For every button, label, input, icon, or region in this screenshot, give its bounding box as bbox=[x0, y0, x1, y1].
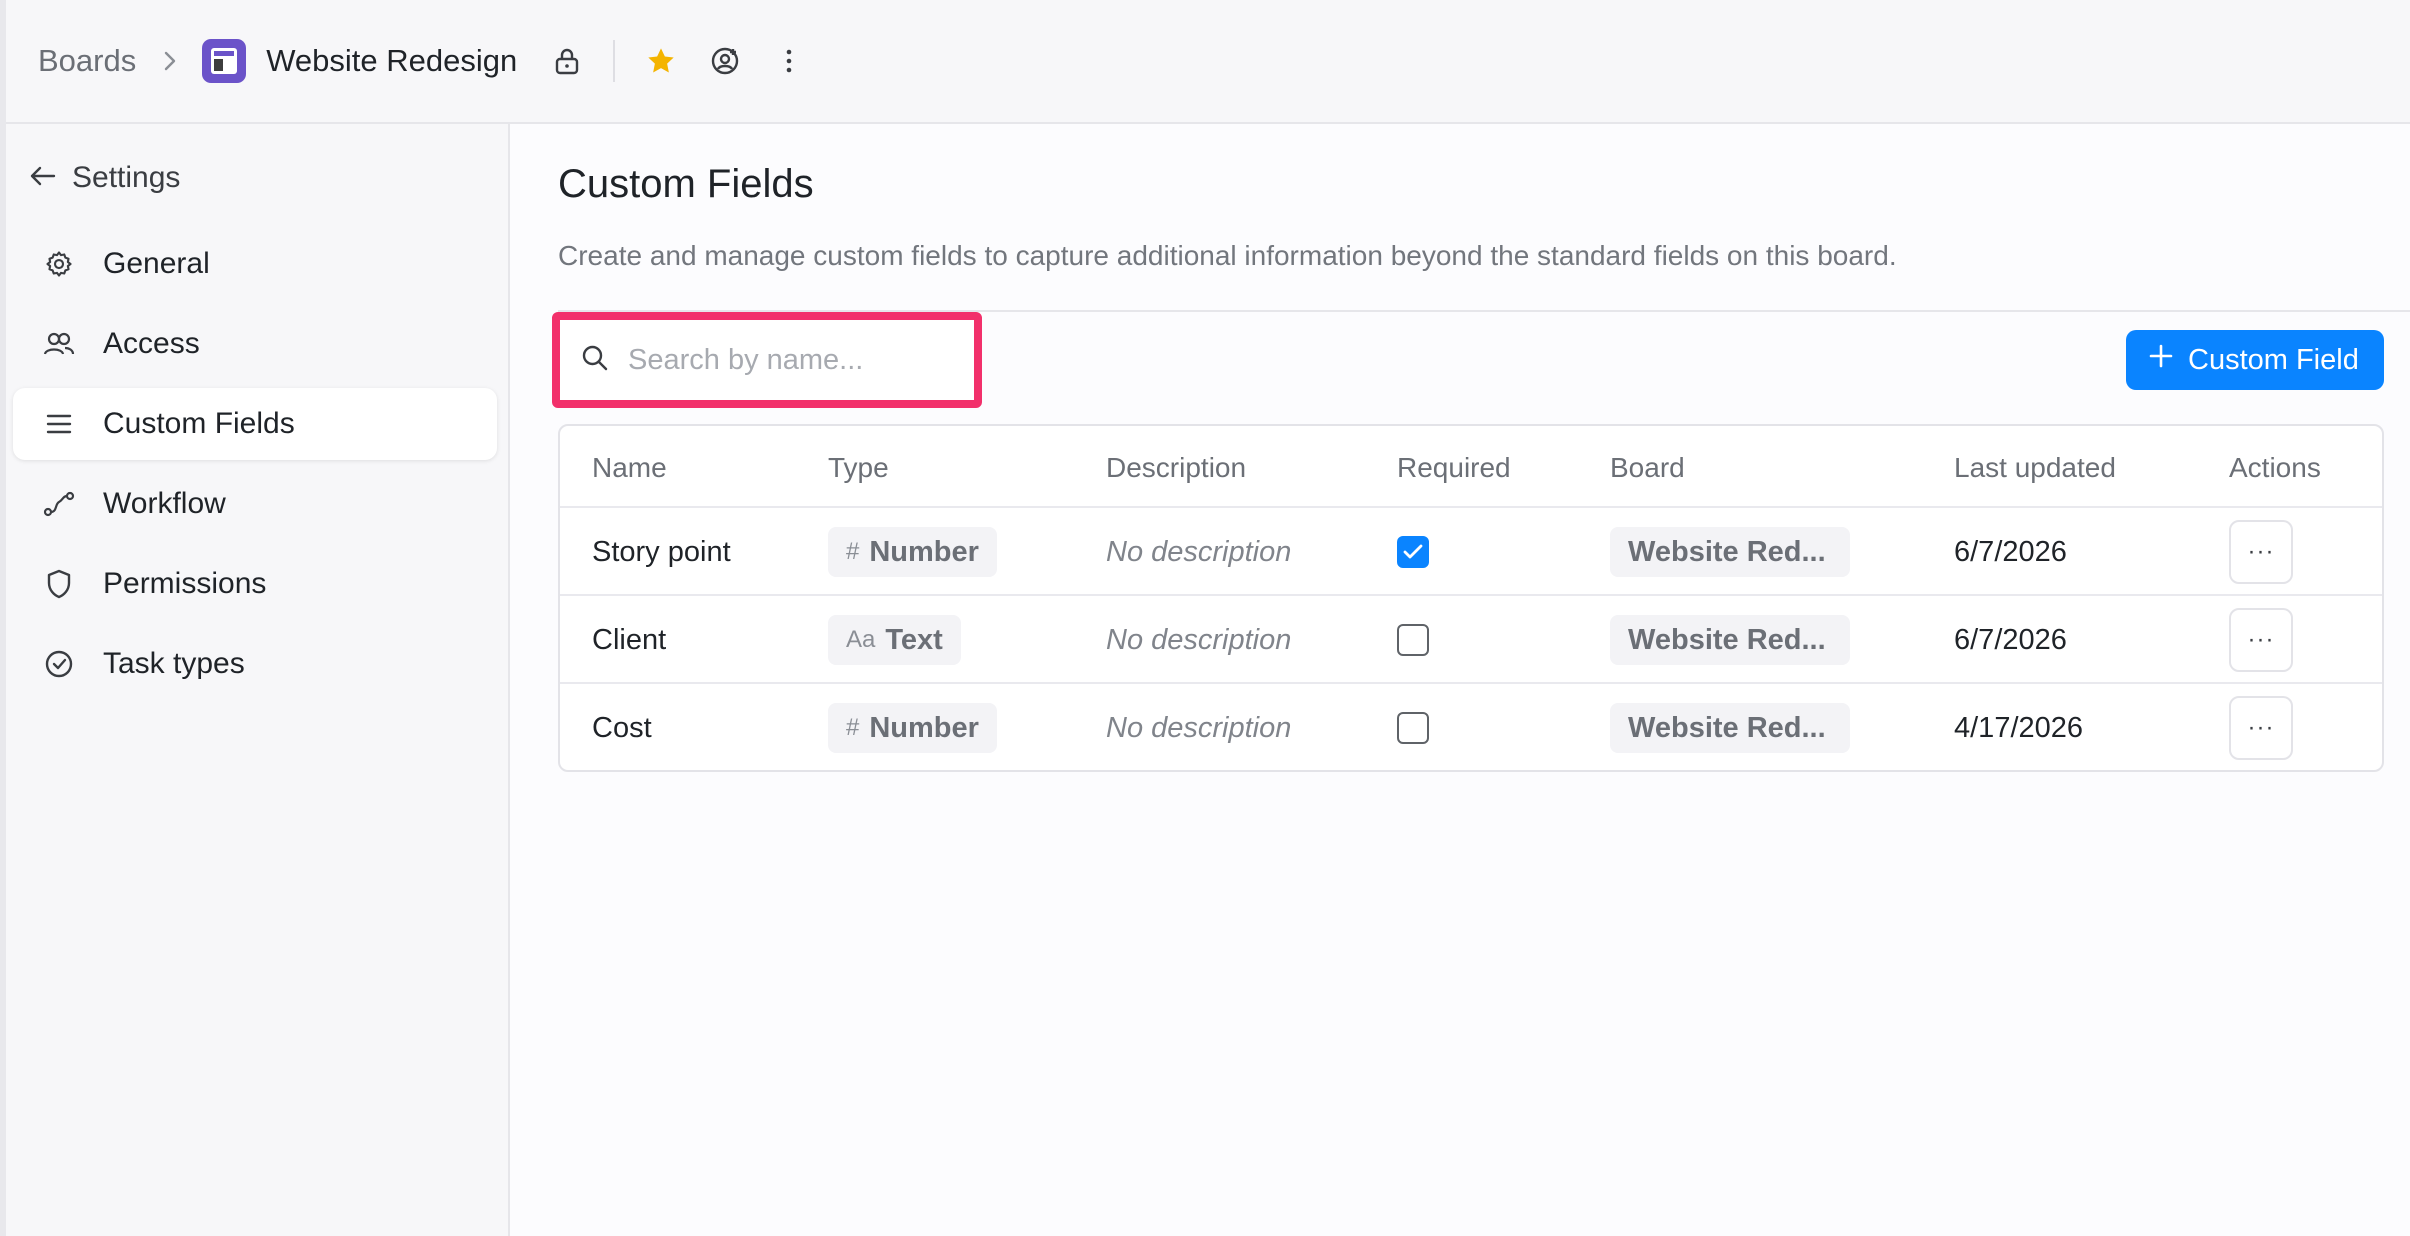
breadcrumb-boards[interactable]: Boards bbox=[38, 43, 136, 79]
star-icon[interactable] bbox=[641, 41, 681, 81]
board-logo-icon bbox=[202, 39, 247, 83]
board-title[interactable]: Website Redesign bbox=[266, 43, 517, 79]
more-vertical-icon[interactable] bbox=[769, 41, 809, 81]
field-type-label: Text bbox=[885, 623, 943, 656]
check-circle-icon bbox=[43, 648, 75, 680]
actions-cell: ··· bbox=[2229, 596, 2293, 684]
table-row[interactable]: Cost # Number No description Website Red… bbox=[560, 682, 2382, 770]
search-input[interactable] bbox=[628, 343, 948, 377]
list-icon bbox=[43, 408, 75, 440]
field-type-chip: # Number bbox=[828, 703, 997, 753]
sidebar-item-label: Access bbox=[103, 327, 200, 360]
main-content: Custom Fields Create and manage custom f… bbox=[510, 124, 2410, 1236]
number-type-icon: # bbox=[846, 714, 860, 741]
field-description: No description bbox=[1106, 711, 1292, 744]
page-title: Custom Fields bbox=[558, 162, 814, 206]
field-type-label: Number bbox=[869, 711, 979, 744]
gear-icon bbox=[43, 248, 75, 280]
column-header-description[interactable]: Description bbox=[1106, 452, 1246, 484]
table-row[interactable]: Story point # Number No description Webs… bbox=[560, 506, 2382, 594]
column-header-type[interactable]: Type bbox=[828, 452, 889, 484]
column-header-last-updated[interactable]: Last updated bbox=[1954, 452, 2116, 484]
required-checkbox[interactable] bbox=[1397, 536, 1429, 568]
search-icon bbox=[580, 343, 610, 378]
sidebar-item-label: Custom Fields bbox=[103, 407, 295, 440]
column-header-required[interactable]: Required bbox=[1397, 452, 1511, 484]
field-type-chip: Aa Text bbox=[828, 615, 961, 665]
arrow-left-icon bbox=[28, 164, 56, 193]
sidebar-item-label: Workflow bbox=[103, 487, 226, 520]
board-cell: Website Red... bbox=[1610, 508, 1850, 596]
plus-icon bbox=[2148, 343, 2174, 377]
sidebar-item-workflow[interactable]: Workflow bbox=[13, 468, 497, 540]
required-cell bbox=[1397, 508, 1429, 596]
user-add-icon[interactable] bbox=[705, 41, 745, 81]
top-header: Boards Website Redesign bbox=[6, 0, 2410, 124]
field-type-chip: # Number bbox=[828, 527, 997, 577]
settings-back-label: Settings bbox=[72, 161, 181, 194]
add-custom-field-button[interactable]: Custom Field bbox=[2126, 330, 2384, 390]
field-type-cell: # Number bbox=[828, 684, 997, 772]
board-cell: Website Red... bbox=[1610, 684, 1850, 772]
field-description: No description bbox=[1106, 535, 1292, 568]
field-type-cell: # Number bbox=[828, 508, 997, 596]
sidebar-item-access[interactable]: Access bbox=[13, 308, 497, 380]
table-row[interactable]: Client Aa Text No description Website Re… bbox=[560, 594, 2382, 682]
required-checkbox[interactable] bbox=[1397, 624, 1429, 656]
board-chip: Website Red... bbox=[1610, 703, 1850, 753]
row-actions-button[interactable]: ··· bbox=[2229, 608, 2293, 672]
actions-cell: ··· bbox=[2229, 684, 2293, 772]
page-description: Create and manage custom fields to captu… bbox=[558, 240, 1897, 271]
settings-back-link[interactable]: Settings bbox=[28, 158, 180, 198]
settings-sidebar: Settings General Access Custom Fields Wo bbox=[6, 124, 510, 1236]
checkmark-icon bbox=[1403, 544, 1423, 559]
add-custom-field-label: Custom Field bbox=[2188, 343, 2359, 376]
required-cell bbox=[1397, 596, 1429, 684]
required-checkbox[interactable] bbox=[1397, 712, 1429, 744]
chevron-right-icon bbox=[162, 49, 178, 73]
app-window: Boards Website Redesign Settings General… bbox=[0, 0, 2410, 1236]
required-cell bbox=[1397, 684, 1429, 772]
field-description: No description bbox=[1106, 623, 1292, 656]
field-type-label: Number bbox=[869, 535, 979, 568]
field-type-cell: Aa Text bbox=[828, 596, 961, 684]
header-divider bbox=[613, 40, 616, 82]
sidebar-item-label: General bbox=[103, 247, 210, 280]
column-header-board[interactable]: Board bbox=[1610, 452, 1685, 484]
workflow-icon bbox=[43, 488, 75, 520]
sidebar-item-label: Task types bbox=[103, 647, 245, 680]
shield-icon bbox=[43, 568, 75, 600]
board-chip: Website Red... bbox=[1610, 615, 1850, 665]
search-highlight bbox=[552, 312, 982, 408]
row-actions-button[interactable]: ··· bbox=[2229, 696, 2293, 760]
board-cell: Website Red... bbox=[1610, 596, 1850, 684]
sidebar-item-permissions[interactable]: Permissions bbox=[13, 548, 497, 620]
field-name: Story point bbox=[592, 535, 731, 568]
sidebar-item-general[interactable]: General bbox=[13, 228, 497, 300]
custom-fields-table: Name Type Description Required Board Las… bbox=[558, 424, 2384, 772]
sidebar-item-label: Permissions bbox=[103, 567, 267, 600]
text-type-icon: Aa bbox=[846, 626, 876, 653]
field-name: Cost bbox=[592, 711, 652, 744]
column-header-actions: Actions bbox=[2229, 452, 2321, 483]
last-updated: 6/7/2026 bbox=[1954, 535, 2067, 568]
column-header-name[interactable]: Name bbox=[592, 452, 667, 484]
last-updated: 6/7/2026 bbox=[1954, 623, 2067, 656]
number-type-icon: # bbox=[846, 538, 860, 565]
sidebar-item-task-types[interactable]: Task types bbox=[13, 628, 497, 700]
search-box bbox=[560, 320, 974, 400]
actions-cell: ··· bbox=[2229, 508, 2293, 596]
users-icon bbox=[43, 328, 75, 360]
lock-icon[interactable] bbox=[547, 41, 587, 81]
row-actions-button[interactable]: ··· bbox=[2229, 520, 2293, 584]
field-name: Client bbox=[592, 623, 667, 656]
last-updated: 4/17/2026 bbox=[1954, 711, 2084, 744]
sidebar-item-custom-fields[interactable]: Custom Fields bbox=[13, 388, 497, 460]
board-chip: Website Red... bbox=[1610, 527, 1850, 577]
